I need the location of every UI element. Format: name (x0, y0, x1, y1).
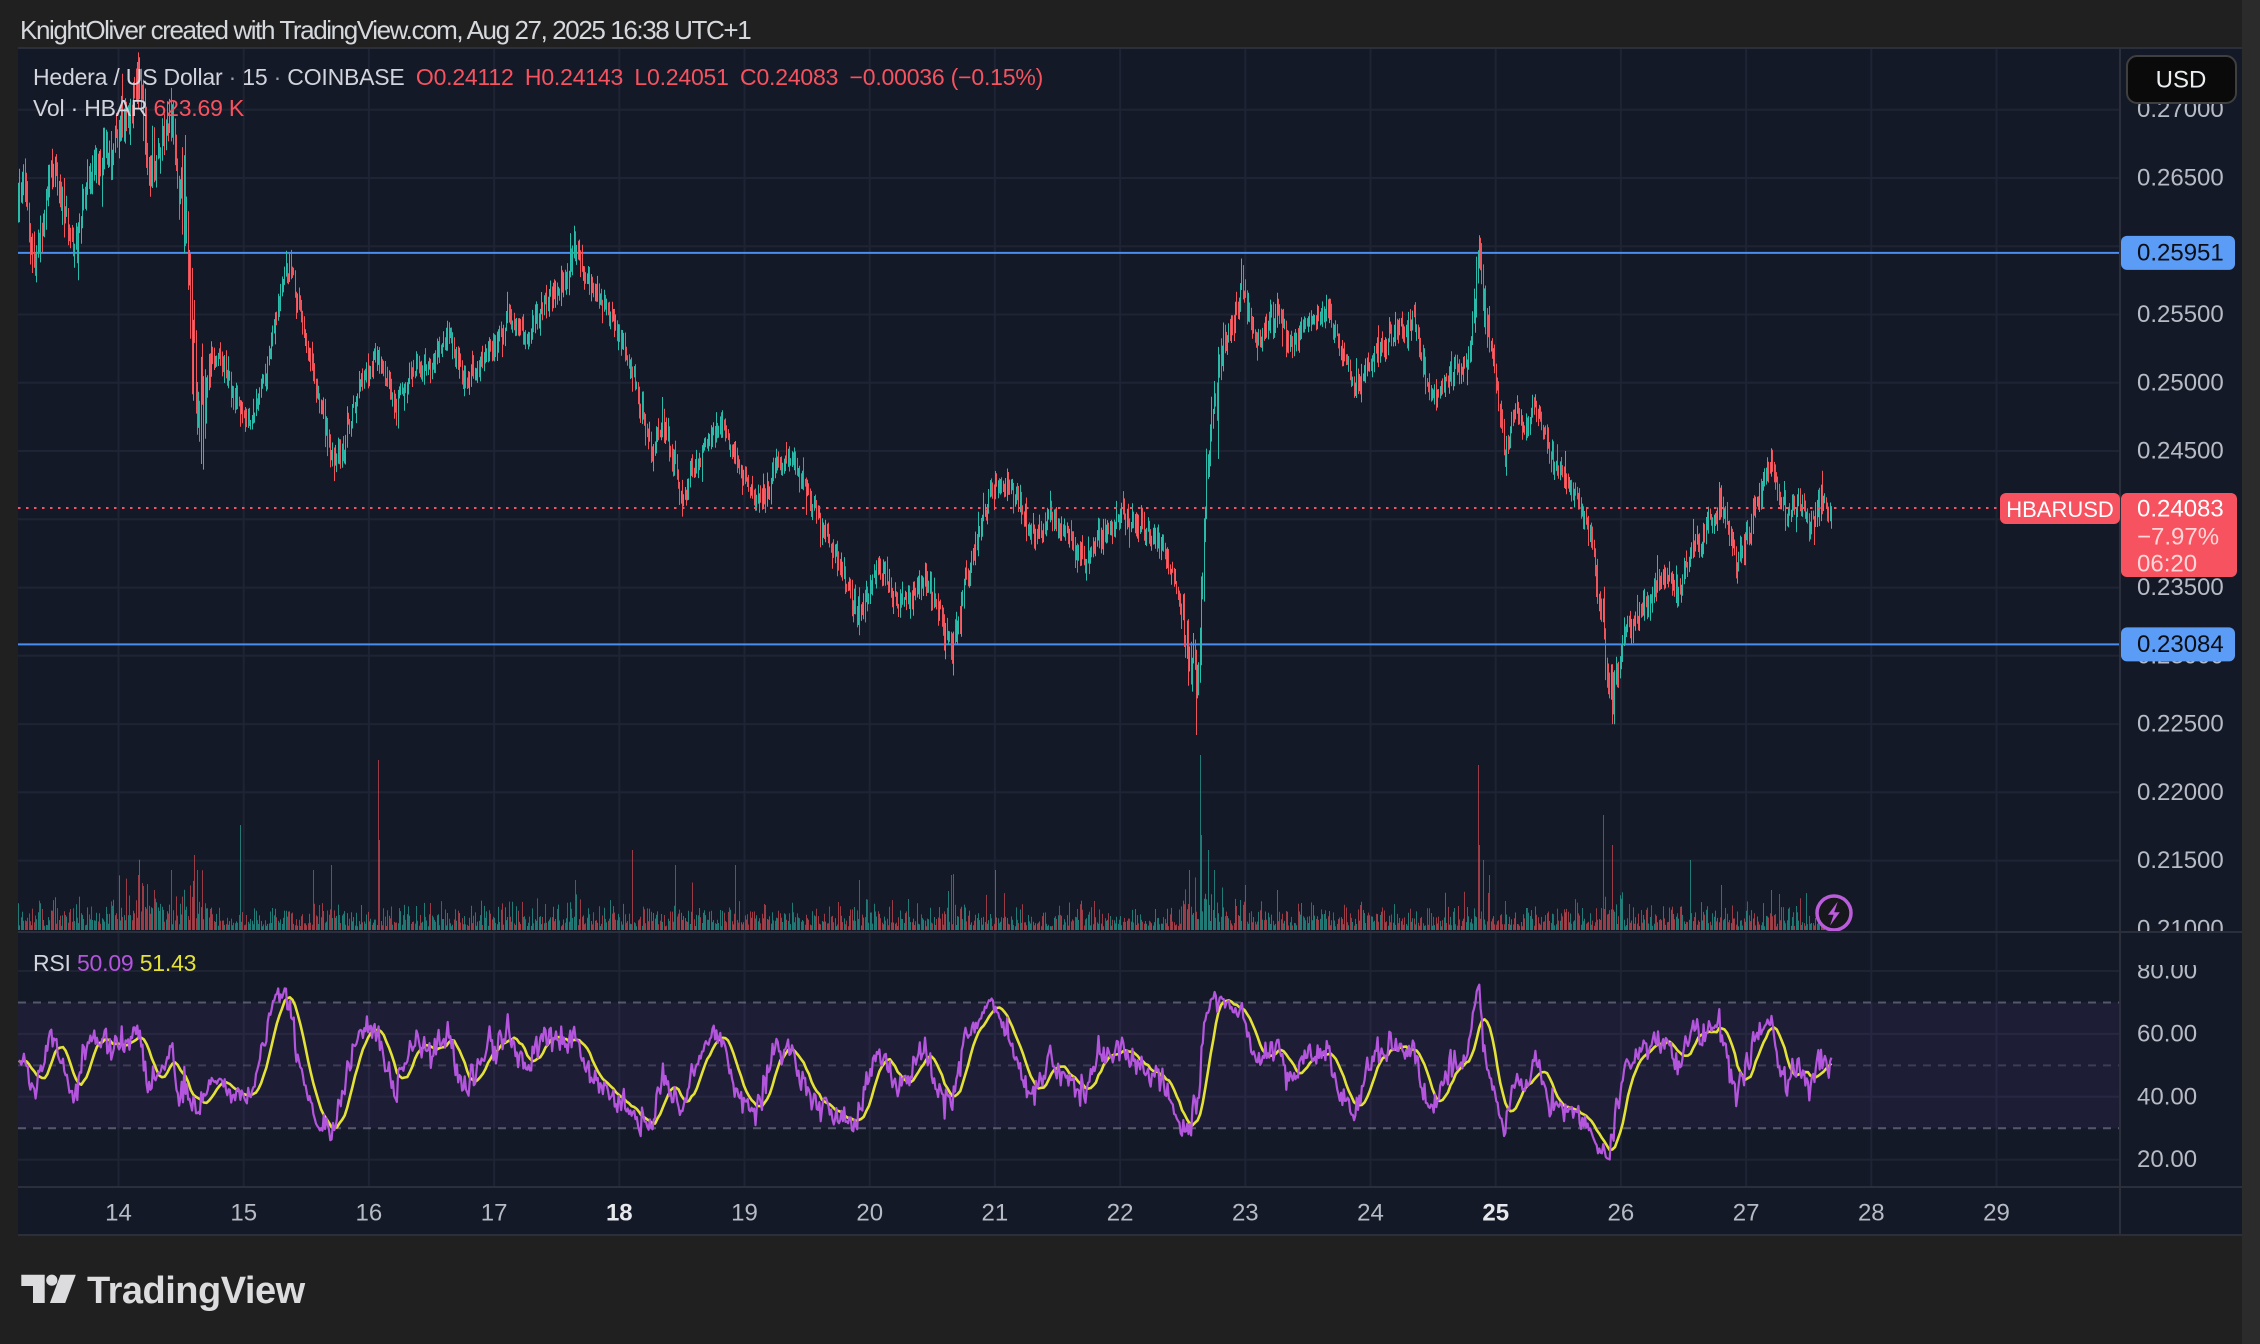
svg-text:USD: USD (2156, 67, 2207, 94)
svg-text:19: 19 (731, 1200, 758, 1227)
svg-text:27: 27 (1733, 1200, 1760, 1227)
svg-text:28: 28 (1858, 1200, 1885, 1227)
svg-text:22: 22 (1107, 1200, 1134, 1227)
svg-text:0.25951: 0.25951 (2137, 239, 2224, 266)
svg-text:0.25500: 0.25500 (2137, 301, 2224, 328)
svg-text:0.21500: 0.21500 (2137, 847, 2224, 874)
svg-text:24: 24 (1357, 1200, 1384, 1227)
svg-text:20.00: 20.00 (2137, 1146, 2197, 1173)
svg-text:0.22000: 0.22000 (2137, 779, 2224, 806)
svg-text:40.00: 40.00 (2137, 1083, 2197, 1110)
svg-text:0.23084: 0.23084 (2137, 631, 2224, 658)
svg-text:60.00: 60.00 (2137, 1020, 2197, 1047)
svg-text:21: 21 (982, 1200, 1009, 1227)
svg-text:0.22500: 0.22500 (2137, 711, 2224, 738)
svg-text:0.23500: 0.23500 (2137, 574, 2224, 601)
svg-text:TradingView: TradingView (87, 1270, 306, 1312)
svg-text:17: 17 (481, 1200, 508, 1227)
svg-text:23: 23 (1232, 1200, 1259, 1227)
svg-text:Hedera / US Dollar · 15 · COIN: Hedera / US Dollar · 15 · COINBASE O0.24… (33, 64, 1043, 90)
svg-text:25: 25 (1482, 1200, 1509, 1227)
svg-text:14: 14 (105, 1200, 132, 1227)
svg-text:06:20: 06:20 (2137, 551, 2197, 578)
svg-text:HBARUSD: HBARUSD (2006, 497, 2114, 522)
svg-text:KnightOliver created with Trad: KnightOliver created with TradingView.co… (20, 15, 751, 45)
svg-text:20: 20 (856, 1200, 883, 1227)
svg-text:Vol · HBAR 623.69 K: Vol · HBAR 623.69 K (33, 95, 245, 121)
svg-text:18: 18 (606, 1200, 633, 1227)
svg-text:15: 15 (230, 1200, 257, 1227)
svg-text:16: 16 (356, 1200, 383, 1227)
svg-text:RSI 50.09 51.43: RSI 50.09 51.43 (33, 950, 196, 976)
svg-text:0.26500: 0.26500 (2137, 165, 2224, 192)
svg-text:0.25000: 0.25000 (2137, 369, 2224, 396)
svg-text:−7.97%: −7.97% (2137, 524, 2219, 551)
svg-text:26: 26 (1608, 1200, 1635, 1227)
svg-text:0.24500: 0.24500 (2137, 438, 2224, 465)
svg-text:0.24083: 0.24083 (2137, 496, 2224, 523)
svg-text:29: 29 (1983, 1200, 2010, 1227)
